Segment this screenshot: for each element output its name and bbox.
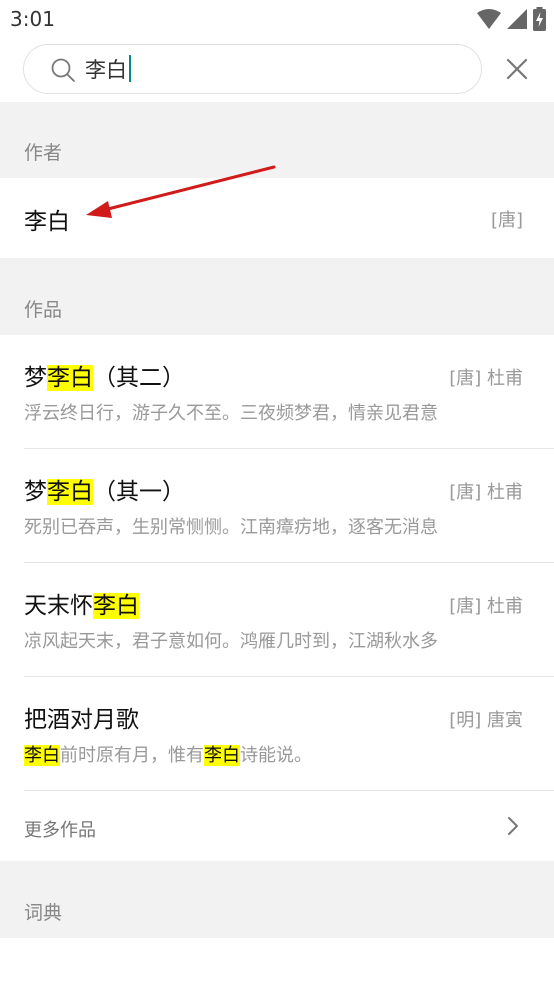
text-segment: （其一）	[93, 479, 185, 505]
author-name: 李白	[24, 209, 70, 235]
close-icon[interactable]	[502, 54, 532, 84]
work-snippet: 浮云终日行，游子久不至。三夜频梦君，情亲见君意	[24, 399, 438, 425]
search-header: 李白	[0, 38, 554, 102]
section-header-dictionary: 词典	[0, 861, 554, 938]
highlighted-match: 李白	[204, 745, 240, 766]
work-title: 梦李白（其二）	[24, 358, 185, 392]
authors-card: 李白 [唐]	[0, 178, 554, 258]
work-title: 梦李白（其一）	[24, 472, 185, 506]
work-title: 天末怀李白	[24, 586, 139, 620]
highlighted-match: 李白	[93, 593, 139, 619]
text-segment: 诗能说。	[240, 745, 312, 766]
section-title-authors: 作者	[24, 142, 63, 164]
chevron-right-icon	[508, 817, 518, 835]
work-snippet: 死别已吞声，生别常恻恻。江南瘴疠地，逐客无消息	[24, 513, 438, 539]
dictionary-card	[0, 938, 554, 984]
highlighted-match: 李白	[47, 365, 93, 391]
more-works-button[interactable]: 更多作品	[0, 791, 554, 861]
text-segment: （其二）	[93, 365, 185, 391]
more-works-label: 更多作品	[24, 820, 96, 841]
work-row[interactable]: 天末怀李白 [唐] 杜甫 凉风起天末，君子意如何。鸿雁几时到，江湖秋水多	[0, 563, 554, 677]
text-segment: 天末怀	[24, 593, 93, 619]
status-bar: 3:01	[0, 0, 554, 38]
author-row[interactable]: 李白 [唐]	[0, 178, 554, 258]
works-card: 梦李白（其二） [唐] 杜甫 浮云终日行，游子久不至。三夜频梦君，情亲见君意 梦…	[0, 335, 554, 861]
search-query-text: 李白	[85, 58, 127, 82]
search-input[interactable]: 李白	[23, 44, 482, 94]
text-segment: 把酒对月歌	[24, 707, 139, 733]
search-value: 李白	[85, 55, 131, 84]
work-row[interactable]: 把酒对月歌 [明] 唐寅 李白前时原有月，惟有李白诗能说。	[0, 677, 554, 791]
text-segment: 梦	[24, 365, 47, 391]
work-meta: [唐] 杜甫	[449, 596, 523, 617]
work-meta: [唐] 杜甫	[449, 368, 523, 389]
text-segment: 前时原有月，惟有	[60, 745, 204, 766]
status-icons	[477, 7, 546, 31]
highlighted-match: 李白	[24, 745, 60, 766]
wifi-icon	[477, 9, 501, 29]
text-caret	[129, 55, 131, 82]
text-segment: 死别已吞声，生别常恻恻。江南瘴疠地，逐客无消息	[24, 517, 438, 538]
text-segment: 浮云终日行，游子久不至。三夜频梦君，情亲见君意	[24, 403, 438, 424]
work-row[interactable]: 梦李白（其一） [唐] 杜甫 死别已吞声，生别常恻恻。江南瘴疠地，逐客无消息	[0, 449, 554, 563]
work-title: 把酒对月歌	[24, 700, 139, 734]
status-time: 3:01	[10, 7, 55, 31]
search-icon	[51, 58, 75, 82]
text-segment: 凉风起天末，君子意如何。鸿雁几时到，江湖秋水多	[24, 631, 438, 652]
section-title-works: 作品	[24, 299, 63, 321]
section-header-authors: 作者	[0, 102, 554, 178]
work-row[interactable]: 梦李白（其二） [唐] 杜甫 浮云终日行，游子久不至。三夜频梦君，情亲见君意	[0, 335, 554, 449]
work-snippet: 李白前时原有月，惟有李白诗能说。	[24, 741, 312, 767]
work-snippet: 凉风起天末，君子意如何。鸿雁几时到，江湖秋水多	[24, 627, 438, 653]
cell-signal-icon	[507, 9, 527, 29]
section-header-works: 作品	[0, 258, 554, 335]
text-segment: 梦	[24, 479, 47, 505]
author-dynasty: [唐]	[490, 210, 523, 231]
battery-charging-icon	[533, 7, 546, 31]
work-meta: [唐] 杜甫	[449, 482, 523, 503]
section-title-dictionary: 词典	[24, 902, 63, 924]
highlighted-match: 李白	[47, 479, 93, 505]
work-meta: [明] 唐寅	[449, 710, 523, 731]
